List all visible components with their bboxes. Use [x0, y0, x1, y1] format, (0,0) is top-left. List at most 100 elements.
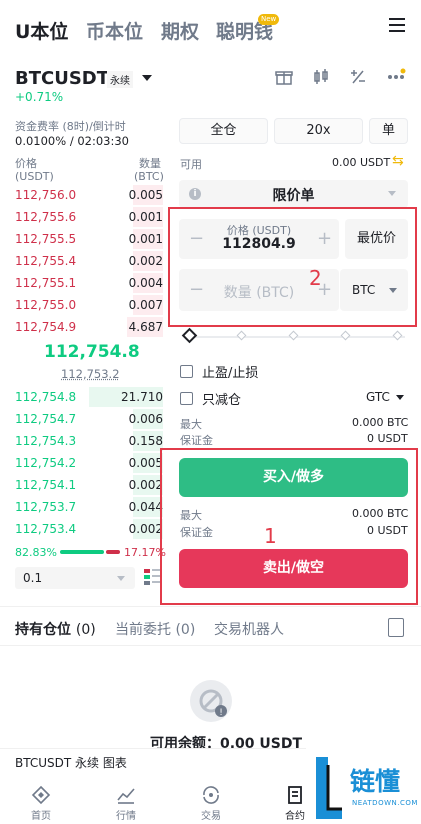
bid-qty: 21.710: [121, 390, 163, 404]
watermark-logo: 链懂 NEATDOWN.COM: [306, 745, 421, 824]
symbol-title[interactable]: BTCUSDT: [15, 68, 109, 89]
candlestick-icon[interactable]: [310, 68, 332, 90]
leverage-button[interactable]: 20x: [274, 118, 363, 144]
watermark-en: NEATDOWN.COM: [352, 799, 418, 807]
tab-open-orders[interactable]: 当前委托 (0): [115, 619, 195, 639]
tab-open-orders-label: 当前委托: [115, 622, 171, 638]
sell-max-value: 0.000 BTC: [352, 507, 409, 520]
ask-price: 112,755.6: [15, 210, 77, 224]
buy-margin-value: 0 USDT: [367, 432, 408, 445]
slider-tick[interactable]: [288, 330, 299, 341]
best-price-button[interactable]: 最优价: [345, 219, 408, 259]
position-mode-button[interactable]: 单: [369, 118, 408, 144]
time-in-force-select[interactable]: GTC: [366, 390, 390, 404]
qty-unit-label: BTC: [352, 283, 376, 297]
buy-ratio-bar: [60, 550, 104, 554]
annotation-label-1: 1: [264, 524, 277, 548]
bid-price: 112,754.3: [15, 434, 77, 448]
orderbook-layout-icon[interactable]: [144, 568, 160, 586]
ask-row[interactable]: 112,756.0 0.005: [15, 184, 163, 206]
futures-icon: [285, 785, 305, 805]
slider-tick[interactable]: [392, 330, 403, 341]
reduce-only-checkbox[interactable]: [180, 392, 193, 405]
order-type-select[interactable]: i 限价单: [179, 180, 408, 208]
sell-ratio-bar: [106, 550, 120, 554]
more-icon[interactable]: [385, 68, 407, 90]
chevron-down-icon: [388, 191, 396, 196]
new-badge: New: [258, 14, 280, 25]
calculator-icon[interactable]: [347, 68, 369, 90]
nav-trade-label: 交易: [201, 811, 221, 822]
nav-markets[interactable]: 行情: [96, 775, 156, 822]
bid-row[interactable]: 112,754.3 0.158: [15, 430, 163, 452]
ask-qty: 4.687: [128, 320, 163, 334]
tab-coin-margined[interactable]: 币本位: [86, 17, 143, 44]
bid-qty: 0.158: [128, 434, 163, 448]
slider-handle[interactable]: [181, 327, 198, 344]
ask-qty: 0.005: [128, 188, 163, 202]
tp-sl-checkbox[interactable]: [180, 365, 193, 378]
ask-row[interactable]: 112,754.9 4.687: [15, 316, 163, 338]
watermark-cn: 链懂: [350, 767, 401, 796]
buy-long-button[interactable]: 买入/做多: [179, 458, 408, 497]
bid-price: 112,754.1: [15, 478, 77, 492]
nav-home[interactable]: 首页: [11, 775, 71, 822]
ask-price: 112,756.0: [15, 188, 77, 202]
tab-u-margined[interactable]: U本位: [15, 17, 68, 44]
buy-ratio: 82.83%: [15, 546, 57, 559]
ask-qty: 0.001: [128, 232, 163, 246]
bid-price: 112,754.8: [15, 390, 77, 404]
ask-row[interactable]: 112,755.0 0.007: [15, 294, 163, 316]
bid-price: 112,753.4: [15, 522, 77, 536]
bid-row[interactable]: 112,754.1 0.002: [15, 474, 163, 496]
ob-qty-unit: (BTC): [134, 170, 164, 183]
nav-trade[interactable]: 交易: [181, 775, 241, 822]
tab-options[interactable]: 期权: [161, 17, 199, 44]
ask-row[interactable]: 112,755.1 0.004: [15, 272, 163, 294]
ask-row[interactable]: 112,755.5 0.001: [15, 228, 163, 250]
ob-price-header: 价格: [15, 157, 37, 170]
sell-margin-label: 保证金: [180, 526, 213, 539]
slider-tick[interactable]: [236, 330, 247, 341]
price-input-value[interactable]: 112804.9: [179, 236, 339, 252]
annotation-label-2: 2: [309, 266, 322, 290]
tab-trading-bots[interactable]: 交易机器人: [214, 619, 284, 639]
menu-icon[interactable]: [389, 18, 405, 32]
tab-open-orders-count: (0): [175, 622, 196, 638]
bid-price: 112,753.7: [15, 500, 77, 514]
contract-type-tag: 永续: [107, 71, 133, 88]
last-price: 112,754.8: [44, 342, 140, 362]
margin-mode-button[interactable]: 全仓: [179, 118, 268, 144]
bid-row[interactable]: 112,753.4 0.002: [15, 518, 163, 540]
positions-tab-bar: 持有仓位 (0) 当前委托 (0) 交易机器人: [0, 606, 421, 646]
best-price-label: 最优价: [356, 231, 396, 246]
chevron-down-icon: [389, 288, 397, 293]
sell-short-button[interactable]: 卖出/做空: [179, 549, 408, 588]
funding-rate-label: 资金费率 (8时)/倒计时: [15, 120, 126, 133]
slider-tick[interactable]: [340, 330, 351, 341]
bid-qty: 0.005: [128, 456, 163, 470]
ask-row[interactable]: 112,755.6 0.001: [15, 206, 163, 228]
buy-max-label: 最大: [180, 418, 202, 431]
ask-row[interactable]: 112,755.4 0.002: [15, 250, 163, 272]
chevron-down-icon: [117, 576, 125, 581]
ask-price: 112,755.4: [15, 254, 77, 268]
bid-row[interactable]: 112,754.8 21.710: [15, 386, 163, 408]
bid-row[interactable]: 112,753.7 0.044: [15, 496, 163, 518]
bid-row[interactable]: 112,754.2 0.005: [15, 452, 163, 474]
symbol-dropdown-icon[interactable]: [142, 75, 152, 81]
watermark-l-icon: [316, 757, 342, 819]
sell-max-label: 最大: [180, 509, 202, 522]
price-change-percent: +0.71%: [15, 90, 64, 104]
bid-row[interactable]: 112,754.7 0.006: [15, 408, 163, 430]
ob-price-unit: (USDT): [15, 170, 54, 183]
order-history-icon[interactable]: [388, 618, 404, 637]
order-type-label: 限价单: [272, 188, 315, 204]
mark-price[interactable]: 112,753.2: [61, 367, 120, 381]
gift-icon[interactable]: [273, 68, 295, 90]
tab-positions[interactable]: 持有仓位 (0): [15, 619, 96, 639]
qty-unit-select[interactable]: BTC: [340, 269, 408, 311]
tab-positions-label: 持有仓位: [15, 622, 71, 638]
transfer-icon[interactable]: ⇆: [392, 153, 404, 169]
sell-margin-value: 0 USDT: [367, 524, 408, 537]
